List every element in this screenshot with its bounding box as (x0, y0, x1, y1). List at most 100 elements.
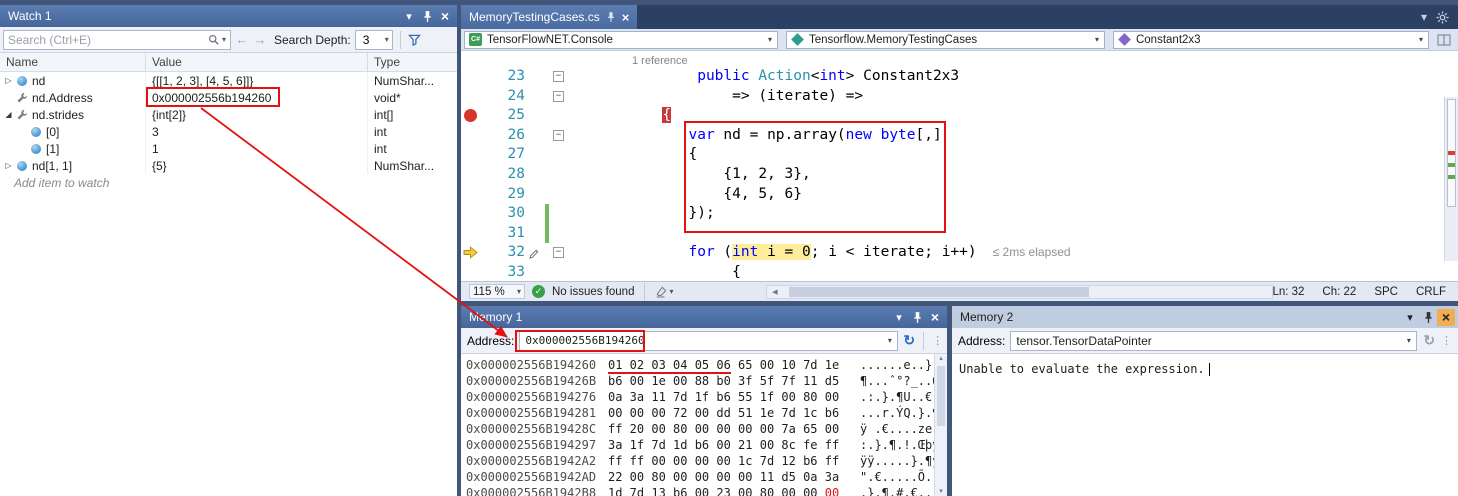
pin-icon[interactable] (908, 309, 926, 326)
watch-titlebar[interactable]: Watch 1 ▾ × (0, 5, 457, 27)
code-line[interactable]: 23− public Action<int> Constant2x3 (461, 67, 1458, 87)
code-text[interactable]: var nd = np.array(new byte[,] (575, 126, 1458, 146)
code-text[interactable]: { (575, 106, 1458, 126)
split-window-icon[interactable] (1437, 34, 1455, 46)
watch-value-cell[interactable]: 1 (146, 140, 368, 157)
column-header-name[interactable]: Name (0, 53, 146, 71)
refresh-icon[interactable]: ↻ (903, 332, 915, 349)
document-list-chevron-icon[interactable]: ▾ (1421, 10, 1427, 24)
current-statement-arrow-icon[interactable] (461, 243, 481, 263)
memory1-dump[interactable]: 0x000002556B19426001 02 03 04 05 06 65 0… (461, 354, 947, 496)
search-icon[interactable] (206, 34, 221, 45)
filter-watchpoints-icon[interactable] (408, 34, 421, 46)
code-line[interactable]: 30 }); (461, 204, 1458, 224)
code-line[interactable]: 24− => (iterate) => (461, 87, 1458, 107)
code-text[interactable]: public Action<int> Constant2x3 (575, 67, 1458, 87)
code-line[interactable]: 32− for (int i = 0; i < iterate; i++)≤ 2… (461, 243, 1458, 263)
fold-collapse-icon[interactable]: − (553, 91, 564, 102)
memory-row[interactable]: 0x000002556B1942760a 3a 11 7d 1f b6 55 1… (466, 389, 947, 405)
memory-row[interactable]: 0x000002556B19428Cff 20 00 80 00 00 00 0… (466, 421, 947, 437)
code-line[interactable]: 33 { (461, 263, 1458, 281)
code-text[interactable]: {4, 5, 6} (575, 185, 1458, 205)
memory1-address-combo[interactable]: ▾ (519, 331, 898, 351)
type-dropdown[interactable]: Tensorflow.MemoryTestingCases ▾ (786, 31, 1105, 49)
search-options-chevron-icon[interactable]: ▾ (221, 35, 230, 44)
scroll-down-icon[interactable]: ▾ (935, 487, 947, 495)
toolbar-overflow-icon[interactable]: ⋮ (932, 334, 943, 347)
close-icon[interactable]: × (926, 309, 944, 326)
watch-value-cell[interactable]: 0x000002556b194260 (146, 89, 368, 106)
column-header-type[interactable]: Type (368, 53, 457, 71)
search-depth-select[interactable]: 3 ▾ (355, 30, 393, 50)
memory-row[interactable]: 0x000002556B1942973a 1f 7d 1d b6 00 21 0… (466, 437, 947, 453)
scrollbar-thumb[interactable] (937, 366, 945, 426)
chevron-down-icon[interactable]: ▾ (882, 336, 897, 345)
codelens-references[interactable]: 1 reference (461, 51, 1458, 67)
expanded-expander-icon[interactable]: ◢ (3, 110, 14, 119)
watch-row[interactable]: ◢nd.strides{int[2]}int[] (0, 106, 457, 123)
code-text[interactable]: => (iterate) => (575, 87, 1458, 107)
code-text[interactable]: { (575, 263, 1458, 281)
watch-value-cell[interactable]: {5} (146, 157, 368, 174)
memory-row[interactable]: 0x000002556B1942B81d 7d 13 b6 00 23 00 8… (466, 485, 947, 496)
code-editor[interactable]: 1 reference23− public Action<int> Consta… (461, 51, 1458, 281)
code-text[interactable]: for (int i = 0; i < iterate; i++)≤ 2ms e… (575, 243, 1458, 263)
code-line[interactable]: 28 {1, 2, 3}, (461, 165, 1458, 185)
watch-row[interactable]: ▷nd[1, 1]{5}NumShar... (0, 157, 457, 174)
pin-icon[interactable] (1419, 309, 1437, 326)
breakpoint-icon[interactable] (461, 106, 481, 126)
watch-row[interactable]: [1]1int (0, 140, 457, 157)
code-line[interactable]: 25 { (461, 106, 1458, 126)
code-text[interactable] (575, 224, 1458, 244)
chevron-down-icon[interactable]: ▾ (1401, 336, 1416, 345)
fold-collapse-icon[interactable]: − (553, 130, 564, 141)
close-icon[interactable]: × (1437, 309, 1455, 326)
watch-row[interactable]: ▷nd{[[1, 2, 3], [4, 5, 6]]}NumShar... (0, 72, 457, 89)
memory-row[interactable]: 0x000002556B1942AD22 00 80 00 00 00 00 1… (466, 469, 947, 485)
code-line[interactable]: 27 { (461, 145, 1458, 165)
refresh-icon[interactable]: ↻ (1422, 332, 1436, 349)
column-header-value[interactable]: Value (146, 53, 368, 71)
watch-value-cell[interactable]: 3 (146, 123, 368, 140)
search-next-icon[interactable]: → (253, 32, 267, 47)
window-position-chevron-icon[interactable]: ▾ (1401, 309, 1419, 326)
watch-value-cell[interactable]: {int[2]} (146, 106, 368, 123)
memory1-scrollbar[interactable]: ▴ ▾ (934, 354, 947, 496)
memory2-address-combo[interactable]: ▾ (1010, 331, 1417, 351)
document-tab[interactable]: MemoryTestingCases.cs × (461, 5, 637, 29)
pin-icon[interactable] (418, 8, 436, 25)
memory-row[interactable]: 0x000002556B19428100 00 00 72 00 dd 51 1… (466, 405, 947, 421)
window-options-gear-icon[interactable] (1436, 11, 1449, 24)
code-line[interactable]: 31 (461, 224, 1458, 244)
editor-vertical-scrollbar[interactable] (1444, 97, 1458, 261)
scrollbar-thumb[interactable] (789, 287, 1089, 297)
memory-row[interactable]: 0x000002556B19426Bb6 00 1e 00 88 b0 3f 5… (466, 373, 947, 389)
fold-collapse-icon[interactable]: − (553, 71, 564, 82)
toolbar-overflow-icon[interactable]: ⋮ (1441, 334, 1452, 347)
editor-horizontal-scrollbar[interactable]: ◀ (766, 285, 1273, 299)
issues-status-text[interactable]: No issues found (552, 286, 634, 298)
memory2-content[interactable]: Unable to evaluate the expression. (952, 354, 1458, 496)
search-input[interactable] (4, 33, 206, 47)
collapsed-expander-icon[interactable]: ▷ (3, 76, 14, 85)
watch-row[interactable]: [0]3int (0, 123, 457, 140)
add-watch-item-row[interactable]: Add item to watch (0, 174, 457, 191)
memory-row[interactable]: 0x000002556B1942A2ff ff 00 00 00 00 1c 7… (466, 453, 947, 469)
fold-collapse-icon[interactable]: − (553, 247, 564, 258)
tab-close-icon[interactable]: × (622, 10, 630, 25)
collapsed-expander-icon[interactable]: ▷ (3, 161, 14, 170)
memory2-titlebar[interactable]: Memory 2 ▾ × (952, 306, 1458, 328)
search-previous-icon[interactable]: ← (235, 32, 249, 47)
member-dropdown[interactable]: Constant2x3 ▾ (1113, 31, 1429, 49)
close-icon[interactable]: × (436, 8, 454, 25)
code-cleanup-button[interactable]: ▾ (655, 286, 673, 298)
project-dropdown[interactable]: C# TensorFlowNET.Console ▾ (464, 31, 778, 49)
code-text[interactable]: }); (575, 204, 1458, 224)
scroll-left-icon[interactable]: ◀ (767, 288, 783, 296)
window-position-chevron-icon[interactable]: ▾ (890, 309, 908, 326)
window-position-chevron-icon[interactable]: ▾ (400, 8, 418, 25)
memory-row[interactable]: 0x000002556B19426001 02 03 04 05 06 65 0… (466, 357, 947, 373)
health-check-icon[interactable]: ✓ (532, 285, 545, 298)
search-box[interactable]: ▾ (3, 30, 231, 50)
code-line[interactable]: 26− var nd = np.array(new byte[,] (461, 126, 1458, 146)
